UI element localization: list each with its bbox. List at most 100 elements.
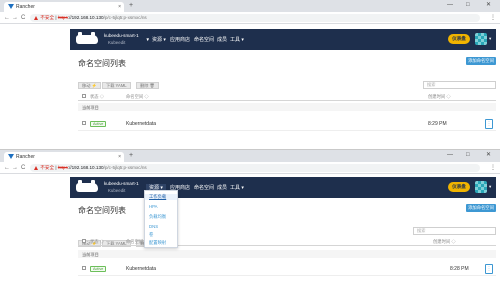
warning-icon	[34, 165, 38, 170]
table-row: Active Kubernetdata 8:28 PM ⋮	[78, 262, 496, 276]
row-actions-button[interactable]: ⋮	[485, 119, 493, 129]
address-bar: ← → C 不安全 | https://192.168.10.130/p/c-5…	[0, 162, 500, 174]
select-all-checkbox[interactable]	[82, 94, 86, 98]
namespace-name[interactable]: Kubernetdata	[126, 266, 156, 272]
move-button[interactable]: 移动 ⚡	[78, 82, 101, 89]
cluster-name: kubeedu-smart-1	[104, 33, 139, 38]
cluster-selector[interactable]: kubeedu-smart-1 Kubeedit ▼	[104, 179, 150, 196]
chevron-down-icon[interactable]: ▾	[489, 184, 491, 190]
delete-button[interactable]: 删除 🗑	[136, 82, 159, 89]
close-window-icon[interactable]: ✕	[486, 150, 491, 161]
browser-tab[interactable]: Rancher ×	[4, 152, 124, 162]
not-secure-label: 不安全	[40, 165, 55, 170]
cluster-project: Kubeedit	[108, 40, 126, 45]
column-created[interactable]: 创建时间 ◇	[433, 239, 456, 245]
resources-dropdown-menu: 工作负载 HPA 负载均衡 DNS 卷 配置映射	[144, 190, 178, 248]
rancher-logo-icon[interactable]	[76, 180, 98, 192]
new-tab-button[interactable]: +	[129, 151, 133, 161]
row-checkbox[interactable]	[82, 121, 86, 125]
row-checkbox[interactable]	[82, 266, 86, 270]
column-created[interactable]: 创建时间 ◇	[428, 94, 451, 100]
maximize-icon[interactable]: □	[466, 150, 470, 161]
menu-namespaces[interactable]: 命名空间	[194, 184, 214, 191]
close-tab-icon[interactable]: ×	[118, 152, 121, 162]
menu-resources[interactable]: 资源 ▾	[152, 36, 166, 43]
close-window-icon[interactable]: ✕	[486, 0, 491, 11]
search-input[interactable]: 搜索	[423, 81, 496, 89]
menu-tools[interactable]: 工具 ▾	[230, 36, 244, 43]
url-path: /p/c-5jlq5:p-xsmxc/ns	[103, 165, 147, 170]
reload-icon[interactable]: C	[21, 162, 25, 174]
back-icon[interactable]: ←	[4, 162, 10, 174]
browser-tab[interactable]: Rancher ×	[4, 2, 124, 12]
dropdown-item-config-maps[interactable]: 配置映射	[149, 240, 166, 246]
add-namespace-button[interactable]: 添加命名空间	[466, 204, 496, 212]
menu-members[interactable]: 成员	[217, 36, 227, 43]
column-name[interactable]: 命名空间 ◇	[126, 94, 149, 100]
reload-icon[interactable]: C	[21, 12, 25, 24]
tab-title: Rancher	[16, 4, 35, 10]
address-bar: ← → C 不安全 | https://192.168.10.130/p/c-5…	[0, 12, 500, 24]
minimize-icon[interactable]: —	[447, 150, 453, 161]
namespace-name[interactable]: Kubernetdata	[126, 121, 156, 127]
page-title: 命名空间列表	[78, 59, 126, 68]
table-row: Active Kubernetdata 8:29 PM ⋮	[78, 117, 496, 131]
url-scheme: https	[57, 165, 68, 170]
maximize-icon[interactable]: □	[466, 0, 470, 11]
minimize-icon[interactable]: —	[447, 0, 453, 11]
chevron-down-icon: ▼	[145, 37, 150, 42]
row-actions-button[interactable]: ⋮	[485, 264, 493, 274]
group-row: 当前项目	[78, 103, 496, 111]
not-secure-label: 不安全	[40, 15, 55, 20]
rancher-topnav: kubeedu-smart-1 Kubeedit ▼ 资源 ▾ 应用商店 命名空…	[70, 177, 496, 198]
page-title: 命名空间列表	[78, 206, 126, 215]
search-input[interactable]: 搜索	[413, 227, 496, 235]
dropdown-item-hpa[interactable]: HPA	[149, 204, 158, 209]
browser-menu-icon[interactable]: ⋮	[490, 12, 496, 24]
close-tab-icon[interactable]: ×	[118, 2, 121, 12]
dropdown-item-workloads[interactable]: 工作负载	[145, 194, 177, 200]
admin-dashboard-button[interactable]: 仪表盘	[448, 34, 470, 44]
browser-tabbar: Rancher × + — □ ✕	[0, 150, 500, 162]
table-header: 状态 ◇ 命名空间 ◇ 创建时间 ◇	[78, 238, 496, 246]
group-label: 当前项目	[82, 252, 99, 257]
tab-title: Rancher	[16, 154, 35, 160]
select-all-checkbox[interactable]	[82, 239, 86, 243]
url-input[interactable]: 不安全 | https://192.168.10.130/p/c-5jlq5:p…	[30, 164, 480, 172]
forward-icon[interactable]: →	[12, 12, 18, 24]
created-time: 8:28 PM	[450, 266, 469, 272]
cluster-selector[interactable]: kubeedu-smart-1 Kubeedit ▼	[104, 31, 150, 48]
rancher-favicon-icon	[8, 154, 14, 159]
column-status[interactable]: 状态 ◇	[90, 239, 104, 245]
browser-menu-icon[interactable]: ⋮	[490, 162, 496, 174]
forward-icon[interactable]: →	[12, 162, 18, 174]
table-header: 状态 ◇ 命名空间 ◇ 创建时间 ◇	[78, 93, 496, 101]
rancher-topnav: kubeedu-smart-1 Kubeedit ▼ 资源 ▾ 应用商店 命名空…	[70, 29, 496, 50]
browser-tabbar: Rancher × + — □ ✕	[0, 0, 500, 12]
menu-namespaces[interactable]: 命名空间	[194, 36, 214, 43]
dropdown-item-load-balancing[interactable]: 负载均衡	[149, 214, 166, 220]
created-time: 8:29 PM	[428, 121, 447, 127]
column-status[interactable]: 状态 ◇	[90, 94, 104, 100]
chevron-down-icon[interactable]: ▾	[489, 36, 491, 42]
rancher-favicon-icon	[8, 4, 14, 9]
menu-tools[interactable]: 工具 ▾	[230, 184, 244, 191]
group-label: 当前项目	[82, 105, 99, 110]
status-badge: Active	[90, 121, 107, 127]
dropdown-item-volumes[interactable]: 卷	[149, 232, 153, 238]
menu-members[interactable]: 成员	[217, 184, 227, 191]
new-tab-button[interactable]: +	[129, 1, 133, 11]
warning-icon	[34, 15, 38, 20]
download-yaml-button[interactable]: 下载 YAML	[102, 82, 131, 89]
url-input[interactable]: 不安全 | https://192.168.10.130/p/c-5jlq5:p…	[30, 14, 480, 22]
admin-dashboard-button[interactable]: 仪表盘	[448, 182, 470, 192]
back-icon[interactable]: ←	[4, 12, 10, 24]
menu-catalog[interactable]: 应用商店	[170, 36, 190, 43]
avatar[interactable]	[475, 181, 487, 193]
rancher-logo-icon[interactable]	[76, 32, 98, 44]
status-badge: Active	[90, 266, 107, 272]
add-namespace-button[interactable]: 添加命名空间	[466, 57, 496, 65]
url-host: ://192.168.10.130	[67, 15, 104, 20]
dropdown-item-dns[interactable]: DNS	[149, 224, 158, 229]
avatar[interactable]	[475, 33, 487, 45]
